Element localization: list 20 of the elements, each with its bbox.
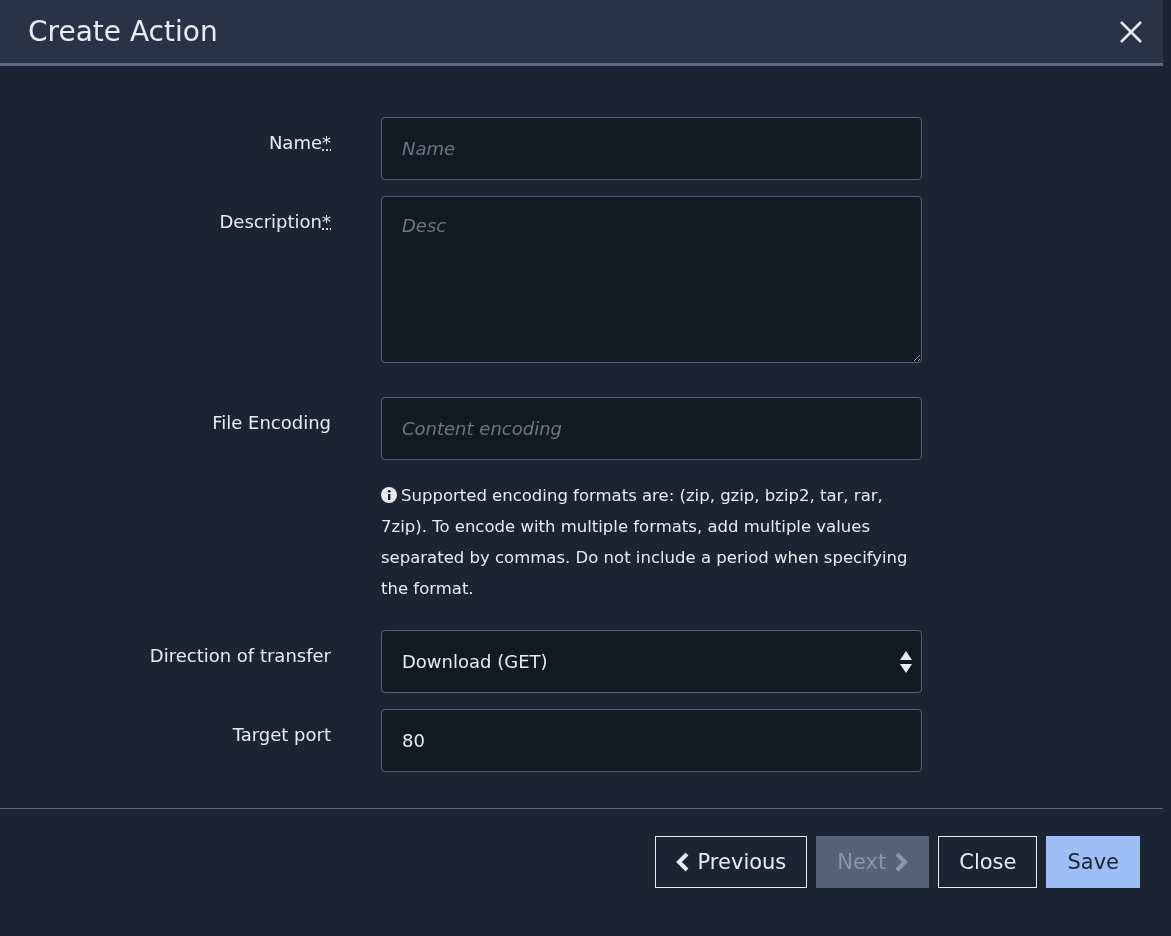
sort-arrows-icon <box>899 649 913 674</box>
input-field[interactable]: 80 <box>381 709 922 772</box>
info-icon <box>381 487 397 503</box>
close-icon <box>1120 20 1142 43</box>
select-field[interactable]: Download (GET) <box>381 630 922 693</box>
field-label: File Encoding <box>211 411 331 435</box>
field-label: Name* <box>267 131 331 155</box>
chevron-right-icon <box>894 852 909 872</box>
field-label: Direction of transfer <box>148 644 331 668</box>
save-button[interactable]: Save <box>1046 836 1140 888</box>
textarea-field[interactable]: Desc <box>381 196 922 363</box>
chevron-left-icon <box>675 852 690 872</box>
close-button[interactable]: Close <box>938 836 1038 888</box>
previous-button[interactable]: Previous <box>654 836 808 888</box>
help-text: Supported encoding formats are: (zip, gzip, bzip2, tar, rar, 7zip). To encode with multiple formats, add multiple values separated by commas. Do not include a period when specifying the format. <box>381 485 909 600</box>
field-label: Target port <box>231 723 331 747</box>
field-label: Description* <box>218 210 331 234</box>
input-field[interactable]: Name <box>381 117 922 180</box>
dialog-title: Create Action <box>28 15 218 48</box>
input-field[interactable]: Content encoding <box>381 397 922 460</box>
